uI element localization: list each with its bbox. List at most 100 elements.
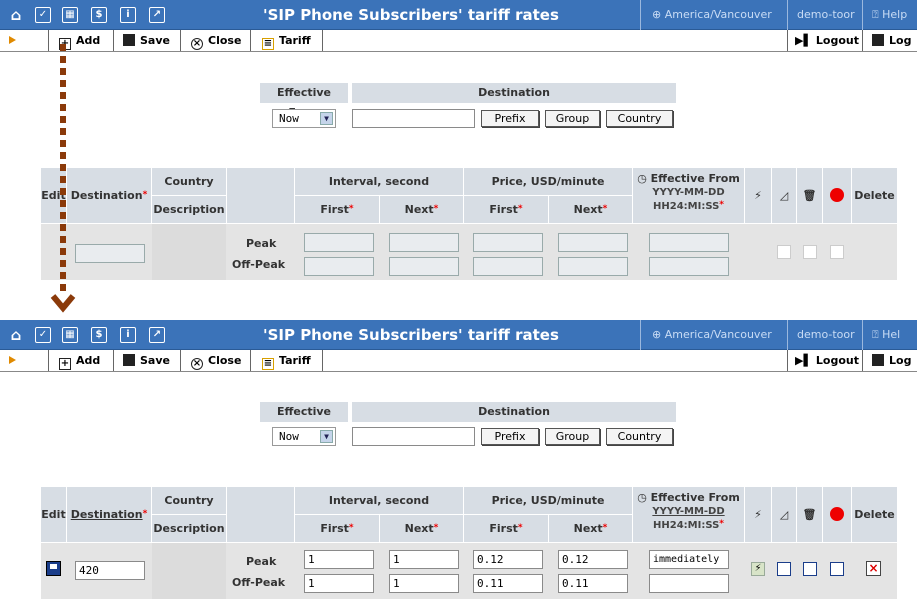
offpeak-interval-next-input[interactable]: 1 — [389, 574, 459, 593]
offpeak-interval-first-input[interactable]: 1 — [304, 574, 374, 593]
col-interval-first: First* — [295, 515, 379, 542]
peak-interval-first-input[interactable]: 1 — [304, 550, 374, 569]
effective-from-select[interactable]: Now ▼ — [272, 109, 336, 128]
timezone-link[interactable]: ⊕ America/Vancouver — [652, 328, 772, 341]
clock-icon: ◷ — [637, 491, 651, 504]
offpeak-price-next-input[interactable] — [558, 257, 628, 276]
add-button[interactable]: + Add — [59, 350, 100, 371]
destination-search-input[interactable] — [352, 427, 475, 446]
divider — [862, 320, 863, 350]
peak-interval-first-input[interactable] — [304, 233, 374, 252]
divider — [180, 30, 181, 51]
log-icon — [872, 354, 884, 366]
col-price-first: First* — [464, 515, 548, 542]
country-button[interactable]: Country — [606, 428, 673, 445]
peak-price-first-input[interactable]: 0.12 — [473, 550, 543, 569]
peak-interval-next-input[interactable] — [389, 233, 459, 252]
group-button[interactable]: Group — [545, 428, 600, 445]
peak-price-next-input[interactable] — [558, 233, 628, 252]
checkbox-1[interactable] — [777, 245, 791, 259]
destination-input[interactable]: 420 — [75, 561, 145, 580]
panel-after: ⌂ ✓ ▦ $ i ↗ 'SIP Phone Subscribers' tari… — [0, 320, 917, 605]
peak-effective-input[interactable]: immediately — [649, 550, 729, 569]
grid-icon[interactable]: ▦ — [62, 7, 78, 23]
col-destination-link[interactable]: Destination — [71, 508, 143, 521]
peak-effective-input[interactable] — [649, 233, 729, 252]
info-icon[interactable]: i — [120, 327, 136, 343]
group-button[interactable]: Group — [545, 110, 600, 127]
info-icon[interactable]: i — [120, 7, 136, 23]
checkbox-2[interactable] — [803, 245, 817, 259]
offpeak-interval-next-input[interactable] — [389, 257, 459, 276]
dollar-icon[interactable]: $ — [91, 327, 107, 343]
chart-icon[interactable]: ↗ — [149, 327, 165, 343]
checkbox-3[interactable] — [830, 245, 844, 259]
user-name[interactable]: demo-toor — [797, 328, 855, 341]
chart-icon[interactable]: ↗ — [149, 7, 165, 23]
trash-icon: 🗑 — [797, 487, 822, 542]
checkbox-icon[interactable]: ✓ — [35, 327, 51, 343]
date-format-link[interactable]: YYYY-MM-DD — [652, 506, 724, 517]
offpeak-price-first-input[interactable] — [473, 257, 543, 276]
peak-price-next-input[interactable]: 0.12 — [558, 550, 628, 569]
offpeak-interval-first-input[interactable] — [304, 257, 374, 276]
destination-input[interactable] — [75, 244, 145, 263]
user-name[interactable]: demo-toor — [797, 8, 855, 21]
trash-icon: 🗑 — [797, 168, 822, 223]
logout-button[interactable]: ▶▌ Logout — [795, 30, 859, 51]
col-interval-next: Next* — [380, 515, 463, 542]
delete-icon[interactable]: × — [866, 561, 881, 576]
logout-button[interactable]: ▶▌ Logout — [795, 350, 859, 371]
help-icon: ⍰ — [872, 328, 883, 341]
save-label: Save — [140, 354, 170, 367]
first-label: First — [489, 203, 518, 216]
offpeak-effective-input[interactable] — [649, 257, 729, 276]
tariff-button[interactable]: ≡ Tariff — [262, 30, 311, 51]
divider — [322, 30, 323, 51]
grid-icon[interactable]: ▦ — [62, 327, 78, 343]
prefix-button[interactable]: Prefix — [481, 428, 539, 445]
checkbox-2[interactable] — [803, 562, 817, 576]
log-button[interactable]: Log — [872, 30, 911, 51]
col-interval: Interval, second — [295, 487, 463, 514]
checkbox-icon[interactable]: ✓ — [35, 7, 51, 23]
col-destination[interactable]: Destination* — [67, 487, 151, 542]
destination-search-input[interactable] — [352, 109, 475, 128]
help-link[interactable]: ⍰ Help — [872, 8, 907, 22]
clock-icon: ⊕ — [652, 328, 665, 341]
chevron-down-icon — [50, 294, 76, 313]
help-link[interactable]: ⍰ Hel — [872, 328, 900, 342]
close-button[interactable]: × Close — [191, 30, 241, 51]
tariff-button[interactable]: ≡ Tariff — [262, 350, 311, 371]
col-interval-first: First* — [295, 196, 379, 223]
col-price: Price, USD/minute — [464, 487, 632, 514]
peak-interval-next-input[interactable]: 1 — [389, 550, 459, 569]
time-format-label: HH24:MI:SS — [653, 520, 720, 531]
floppy-icon[interactable] — [46, 561, 61, 576]
log-button[interactable]: Log — [872, 350, 911, 371]
prefix-button[interactable]: Prefix — [481, 110, 539, 127]
page-title: 'SIP Phone Subscribers' tariff rates — [263, 6, 559, 24]
home-icon[interactable]: ⌂ — [8, 327, 24, 343]
offpeak-effective-input[interactable] — [649, 574, 729, 593]
col-country: Country — [152, 487, 226, 514]
close-button[interactable]: × Close — [191, 350, 241, 371]
effective-from-label: Effective From — [260, 83, 348, 119]
offpeak-price-first-input[interactable]: 0.11 — [473, 574, 543, 593]
wand-icon[interactable]: ⚡ — [751, 562, 765, 576]
effective-from-label: Effective From — [260, 402, 348, 438]
timezone-link[interactable]: ⊕ America/Vancouver — [652, 8, 772, 21]
checkbox-3[interactable] — [830, 562, 844, 576]
home-icon[interactable]: ⌂ — [8, 7, 24, 23]
dollar-icon[interactable]: $ — [91, 7, 107, 23]
divider — [787, 30, 788, 51]
tariff-icon: ≡ — [262, 38, 274, 50]
country-button[interactable]: Country — [606, 110, 673, 127]
time-format-label: HH24:MI:SS — [653, 201, 720, 212]
save-button[interactable]: Save — [123, 30, 170, 51]
peak-price-first-input[interactable] — [473, 233, 543, 252]
offpeak-price-next-input[interactable]: 0.11 — [558, 574, 628, 593]
save-button[interactable]: Save — [123, 350, 170, 371]
checkbox-1[interactable] — [777, 562, 791, 576]
effective-from-select[interactable]: Now ▼ — [272, 427, 336, 446]
